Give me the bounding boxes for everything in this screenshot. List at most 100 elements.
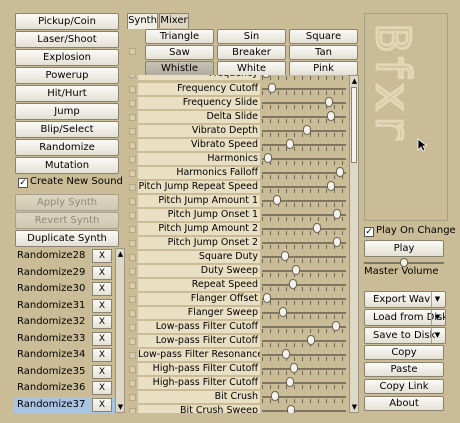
slot-item[interactable]: Randomize35 X <box>14 364 115 380</box>
param-slider-knob[interactable] <box>333 237 341 247</box>
explosion-button[interactable]: Explosion <box>15 49 119 66</box>
delete-slot-button[interactable]: X <box>92 249 112 263</box>
randomize-button[interactable]: Randomize <box>15 139 119 156</box>
lock-icon[interactable] <box>129 282 136 289</box>
pickup-coin-button[interactable]: Pickup/Coin <box>15 13 119 30</box>
lock-icon[interactable] <box>129 352 136 359</box>
param-slider-knob[interactable] <box>303 125 311 135</box>
lock-icon[interactable] <box>129 310 136 317</box>
param-slider-knob[interactable] <box>281 251 289 261</box>
param-slider-knob[interactable] <box>290 363 298 373</box>
scroll-up-arrow-icon[interactable]: ▲ <box>350 77 359 85</box>
lock-icon[interactable] <box>129 408 136 413</box>
lock-icon[interactable] <box>129 198 136 205</box>
param-slider[interactable] <box>262 83 346 95</box>
param-slider-knob[interactable] <box>332 321 340 331</box>
param-slider[interactable] <box>262 181 346 193</box>
param-slider[interactable] <box>262 335 346 347</box>
param-slider[interactable] <box>262 75 346 80</box>
waveform-whistle-button[interactable]: Whistle <box>145 61 214 76</box>
param-slider[interactable] <box>262 377 346 389</box>
lock-icon[interactable] <box>129 240 136 247</box>
waveform-sin-button[interactable]: Sin <box>217 29 286 44</box>
laser-shoot-button[interactable]: Laser/Shoot <box>15 31 119 48</box>
blip-select-button[interactable]: Blip/Select <box>15 121 119 138</box>
slot-item[interactable]: Randomize34 X <box>14 347 115 363</box>
param-scrollbar[interactable]: ▲ ▼ <box>349 75 359 413</box>
lock-icon[interactable] <box>129 100 136 107</box>
delete-slot-button[interactable]: X <box>92 298 112 313</box>
scroll-down-arrow-icon[interactable]: ▼ <box>116 403 125 411</box>
param-slider-knob[interactable] <box>327 111 335 121</box>
slot-item[interactable]: Randomize32 X <box>14 314 115 330</box>
param-slider[interactable] <box>262 97 346 109</box>
param-slider-knob[interactable] <box>282 349 290 359</box>
param-slider-knob[interactable] <box>336 167 344 177</box>
slot-item[interactable]: Randomize37 X <box>14 396 115 413</box>
save-to-disk-dropdown[interactable]: Save to Disk ▼ <box>364 327 446 344</box>
waveform-triangle-button[interactable]: Triangle <box>145 29 214 44</box>
lock-icon[interactable] <box>129 170 136 177</box>
lock-icon[interactable] <box>129 394 136 401</box>
play-button[interactable]: Play <box>364 240 444 257</box>
play-on-change-checkbox[interactable]: ✓ <box>364 227 374 237</box>
param-slider[interactable] <box>262 279 346 291</box>
lock-icon[interactable] <box>129 254 136 261</box>
powerup-button[interactable]: Powerup <box>15 67 119 84</box>
param-slider-knob[interactable] <box>289 279 297 289</box>
about-button[interactable]: About <box>364 396 444 411</box>
param-slider[interactable] <box>262 391 346 403</box>
lock-icon[interactable] <box>129 366 136 373</box>
revert-synth-button[interactable]: Revert Synth <box>15 212 119 229</box>
param-slider[interactable] <box>262 111 346 123</box>
hit-hurt-button[interactable]: Hit/Hurt <box>15 85 119 102</box>
waveform-white-button[interactable]: White <box>217 61 286 76</box>
param-slider[interactable] <box>262 237 346 249</box>
lock-icon[interactable] <box>129 156 136 163</box>
param-slider-knob[interactable] <box>264 153 272 163</box>
delete-slot-button[interactable]: X <box>92 265 112 280</box>
param-slider-knob[interactable] <box>287 405 295 413</box>
copy-link-button[interactable]: Copy Link <box>364 379 444 394</box>
lock-icon[interactable] <box>129 142 136 149</box>
lock-icon[interactable] <box>129 296 136 303</box>
param-slider[interactable] <box>262 223 346 235</box>
waveform-pink-button[interactable]: Pink <box>289 61 358 76</box>
delete-slot-button[interactable]: X <box>92 397 112 412</box>
param-slider-knob[interactable] <box>327 181 335 191</box>
slot-item[interactable]: Randomize30 X <box>14 281 115 297</box>
export-wav-dropdown[interactable]: Export Wav ▼ <box>364 291 446 308</box>
param-slider-knob[interactable] <box>273 195 281 205</box>
param-slider[interactable] <box>262 405 346 413</box>
load-from-disk-dropdown[interactable]: Load from Disk ▼ <box>364 309 446 326</box>
param-slider[interactable] <box>262 153 346 165</box>
mutation-button[interactable]: Mutation <box>15 157 119 174</box>
param-slider[interactable] <box>262 265 346 277</box>
lock-icon[interactable] <box>129 338 136 345</box>
slot-list-scrollbar[interactable]: ▲ ▼ <box>115 248 125 413</box>
lock-icon[interactable] <box>129 86 136 93</box>
param-slider-knob[interactable] <box>286 377 294 387</box>
param-slider[interactable] <box>262 251 346 263</box>
paste-button[interactable]: Paste <box>364 362 444 377</box>
delete-slot-button[interactable]: X <box>92 381 112 395</box>
lock-icon[interactable] <box>129 226 136 233</box>
param-slider-knob[interactable] <box>268 83 276 93</box>
scroll-down-arrow-icon[interactable]: ▼ <box>350 403 359 411</box>
lock-icon[interactable] <box>129 184 136 191</box>
param-slider-knob[interactable] <box>307 335 315 345</box>
lock-icon[interactable] <box>129 114 136 121</box>
apply-synth-button[interactable]: Apply Synth <box>15 194 119 211</box>
create-new-sound-checkbox[interactable]: ✓ <box>18 178 28 188</box>
param-slider[interactable] <box>262 293 346 305</box>
delete-slot-button[interactable]: X <box>92 331 112 346</box>
tab-mixer[interactable]: Mixer <box>159 13 189 28</box>
slot-item[interactable]: Randomize36 X <box>14 380 115 396</box>
delete-slot-button[interactable]: X <box>92 315 112 329</box>
param-slider[interactable] <box>262 321 346 333</box>
duplicate-synth-button[interactable]: Duplicate Synth <box>15 230 119 247</box>
lock-icon[interactable] <box>129 268 136 275</box>
param-slider-knob[interactable] <box>325 97 333 107</box>
param-slider[interactable] <box>262 139 346 151</box>
slot-item[interactable]: Randomize31 X <box>14 298 115 314</box>
